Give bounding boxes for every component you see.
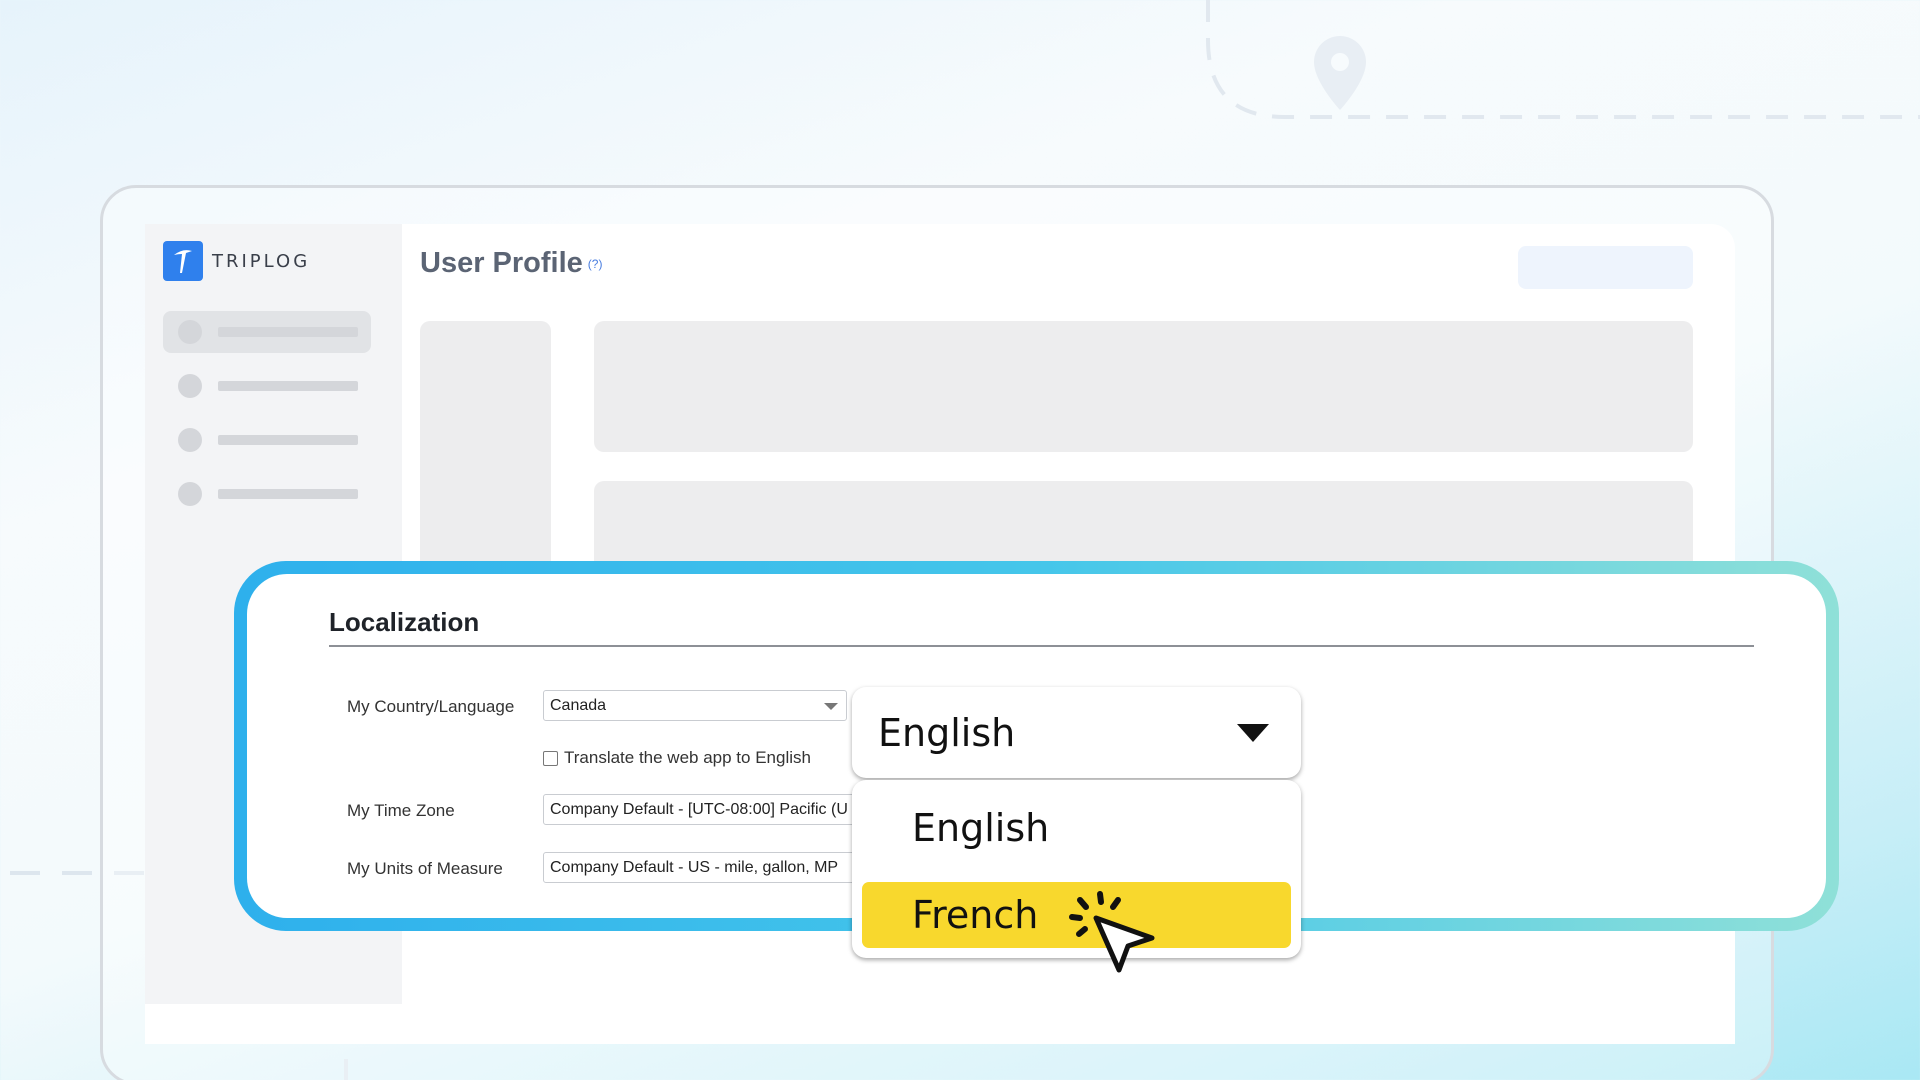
section-divider — [329, 645, 1754, 647]
logo-wordmark: TRIPLOG — [212, 250, 311, 272]
chevron-down-icon — [824, 703, 838, 710]
section-title: Localization — [329, 607, 480, 637]
units-of-measure-select[interactable]: Company Default - US - mile, gallon, MP — [543, 852, 855, 883]
language-dropdown-value: English — [878, 710, 1016, 755]
caret-down-icon — [1237, 724, 1269, 742]
nav-label-placeholder — [218, 327, 358, 337]
page-title-text: User Profile — [420, 247, 583, 279]
page-title: User Profile (?) — [420, 247, 602, 280]
content-placeholder-side — [420, 321, 551, 581]
nav-icon — [178, 428, 202, 452]
header-action-button[interactable] — [1518, 246, 1693, 289]
sidebar-item-2[interactable] — [163, 365, 371, 407]
units-of-measure-select-value: Company Default - US - mile, gallon, MP — [550, 859, 839, 876]
time-zone-select-value: Company Default - [UTC-08:00] Pacific (U — [550, 801, 848, 818]
translate-checkbox-row[interactable]: Translate the web app to English — [543, 748, 811, 768]
map-pin-icon — [1314, 36, 1366, 110]
content-placeholder-block — [594, 321, 1693, 452]
nav-icon — [178, 482, 202, 506]
nav-label-placeholder — [218, 435, 358, 445]
nav-label-placeholder — [218, 489, 358, 499]
time-zone-label: My Time Zone — [347, 801, 455, 820]
nav-icon — [178, 320, 202, 344]
sidebar-item-3[interactable] — [163, 419, 371, 461]
translate-checkbox[interactable] — [543, 750, 558, 766]
country-language-label: My Country/Language — [347, 697, 515, 716]
country-select[interactable]: Canada — [543, 690, 847, 721]
country-select-value: Canada — [550, 697, 607, 714]
triplog-logo-icon — [163, 241, 203, 281]
click-cursor-icon — [1069, 891, 1155, 973]
sidebar-item-1[interactable] — [163, 311, 371, 353]
nav-label-placeholder — [218, 381, 358, 391]
triplog-logo[interactable]: TRIPLOG — [163, 241, 310, 281]
nav-icon — [178, 374, 202, 398]
help-link[interactable]: (?) — [588, 257, 603, 271]
sidebar-item-4[interactable] — [163, 473, 371, 515]
language-option-english[interactable]: English — [862, 795, 1291, 861]
translate-checkbox-label: Translate the web app to English — [564, 748, 811, 767]
time-zone-select[interactable]: Company Default - [UTC-08:00] Pacific (U — [543, 794, 855, 825]
language-dropdown[interactable]: English — [852, 687, 1301, 778]
units-of-measure-label: My Units of Measure — [347, 859, 503, 878]
